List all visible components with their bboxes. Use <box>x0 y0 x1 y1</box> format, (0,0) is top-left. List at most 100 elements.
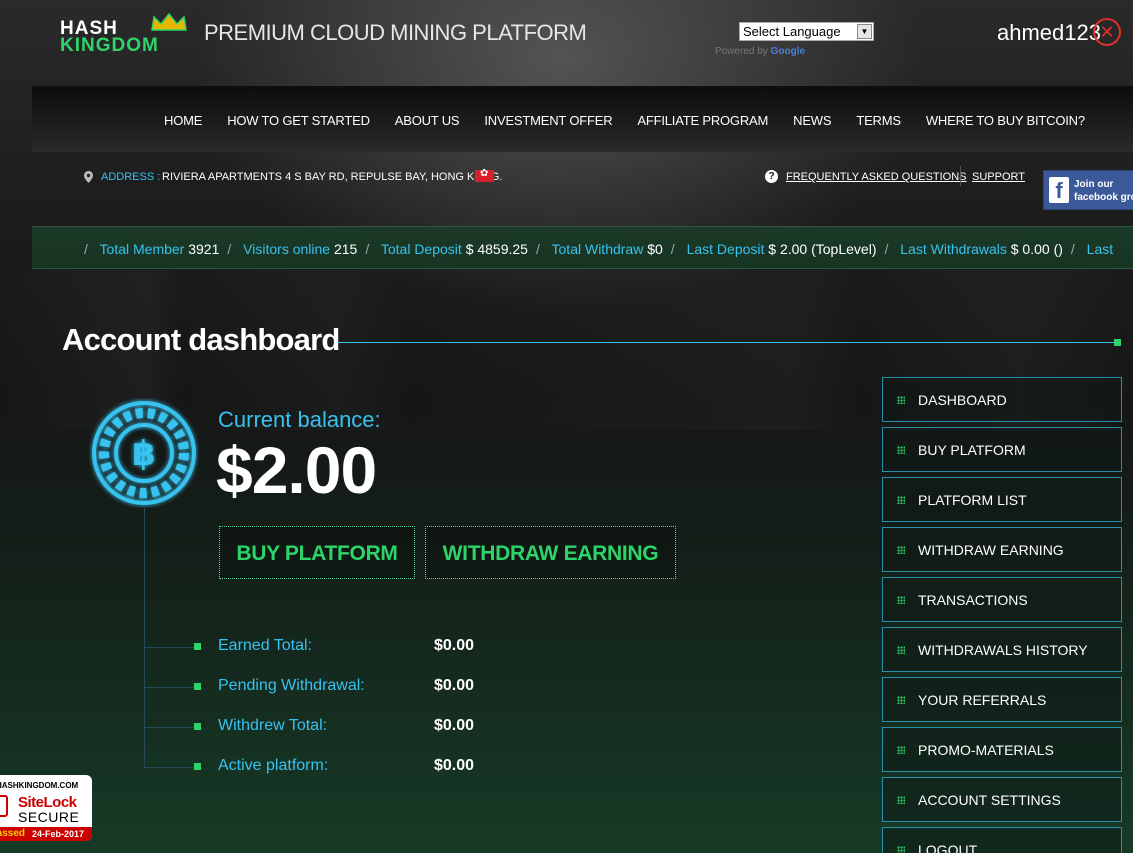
grid-dots-icon <box>897 746 905 754</box>
sitelock-domain: HASHKINGDOM.COM <box>0 781 79 790</box>
sidebar-item-transactions[interactable]: TRANSACTIONS <box>882 577 1122 622</box>
buy-platform-button[interactable]: BUY PLATFORM <box>219 526 415 579</box>
facebook-line-2: facebook group <box>1074 192 1133 203</box>
site-tagline: PREMIUM CLOUD MINING PLATFORM <box>204 20 587 45</box>
stat-withdrew-total: Withdrew Total: $0.00 <box>144 717 544 737</box>
sidebar-item-label: WITHDRAWALS HISTORY <box>918 642 1088 658</box>
stat-value: $0.00 <box>434 637 475 654</box>
grid-dots-icon <box>897 696 905 704</box>
facebook-line-1: Join our <box>1074 179 1114 190</box>
sidebar-item-label: PLATFORM LIST <box>918 492 1027 508</box>
crown-icon <box>151 12 187 31</box>
ticker-item: Last Withdrawals $ 0.00 () <box>900 241 1063 257</box>
stat-label: Withdrew Total: <box>218 717 328 734</box>
sidebar-item-label: ACCOUNT SETTINGS <box>918 792 1061 808</box>
location-pin-icon <box>84 171 93 183</box>
grid-dots-icon <box>897 596 905 604</box>
page-title: Account dashboard <box>62 322 340 357</box>
dropdown-arrow-icon: ▼ <box>857 24 872 39</box>
facebook-button-label: Join our facebook group <box>1074 178 1133 204</box>
close-icon[interactable]: ✕ <box>1093 18 1121 46</box>
ticker-item: Total Withdraw $0 <box>551 241 663 257</box>
sidebar-item-logout[interactable]: LOGOUT <box>882 827 1122 853</box>
bitcoin-coin-icon: ฿ <box>92 401 196 505</box>
stat-value: $0.00 <box>434 677 475 694</box>
sidebar-item-buy-platform[interactable]: BUY PLATFORM <box>882 427 1122 472</box>
sitelock-badge[interactable]: HASHKINGDOM.COM SiteLock SECURE Passed 2… <box>0 775 92 841</box>
stat-value: $0.00 <box>434 757 475 774</box>
stat-earned-total: Earned Total: $0.00 <box>144 637 544 657</box>
sidebar-item-dashboard[interactable]: DASHBOARD <box>882 377 1122 422</box>
language-select-label: Select Language <box>743 24 841 39</box>
sidebar-item-withdrawals-history[interactable]: WITHDRAWALS HISTORY <box>882 627 1122 672</box>
stat-pending-withdrawal: Pending Withdrawal: $0.00 <box>144 677 544 697</box>
stat-active-platform: Active platform: $0.00 <box>144 757 544 777</box>
svg-text:฿: ฿ <box>132 434 156 474</box>
grid-dots-icon <box>897 796 905 804</box>
nav-item-home[interactable]: HOME <box>164 113 202 128</box>
sidebar-item-promo-materials[interactable]: PROMO-MATERIALS <box>882 727 1122 772</box>
stat-label: Earned Total: <box>218 637 312 654</box>
ticker-item: Total Member 3921 <box>99 241 220 257</box>
language-select[interactable]: Select Language ▼ <box>739 22 874 41</box>
grid-dots-icon <box>897 546 905 554</box>
sidebar-item-label: YOUR REFERRALS <box>918 692 1047 708</box>
stat-label: Pending Withdrawal: <box>218 677 365 694</box>
grid-dots-icon <box>897 646 905 654</box>
sitelock-secure: SECURE <box>18 809 80 825</box>
balance-value: $2.00 <box>216 433 377 507</box>
hashkingdom-logo[interactable]: HASH KINGDOM <box>60 12 200 56</box>
ticker-item: Visitors online 215 <box>243 241 358 257</box>
sidebar-item-label: WITHDRAW EARNING <box>918 542 1064 558</box>
sidebar-item-label: TRANSACTIONS <box>918 592 1028 608</box>
balance-label: Current balance: <box>218 407 381 432</box>
ticker-item: Last <box>1086 241 1114 257</box>
faq-link[interactable]: FREQUENTLY ASKED QUESTIONS <box>786 171 967 183</box>
sidebar-item-label: DASHBOARD <box>918 392 1007 408</box>
sitelock-date: 24-Feb-2017 <box>32 829 85 839</box>
divider <box>960 166 961 186</box>
sidebar-item-platform-list[interactable]: PLATFORM LIST <box>882 477 1122 522</box>
ticker-lead: / <box>84 241 88 257</box>
stat-label: Active platform: <box>218 757 329 774</box>
main-navigation: HOME HOW TO GET STARTED ABOUT US INVESTM… <box>32 86 1133 152</box>
sidebar-item-label: PROMO-MATERIALS <box>918 742 1054 758</box>
title-divider-dot <box>1114 339 1121 346</box>
ticker-item: Last Deposit $ 2.00 (TopLevel) <box>686 241 877 257</box>
logo-kingdom-text: KINGDOM <box>60 35 159 56</box>
sidebar-item-label: LOGOUT <box>918 842 978 853</box>
sitelock-status: Passed <box>0 828 26 839</box>
grid-dots-icon <box>897 846 905 853</box>
stat-value: $0.00 <box>434 717 475 734</box>
ticker-item: Total Deposit $ 4859.25 <box>380 241 528 257</box>
nav-item-investment-offer[interactable]: INVESTMENT OFFER <box>484 113 612 128</box>
grid-dots-icon <box>897 446 905 454</box>
username-display: ahmed123 <box>997 20 1101 45</box>
stats-ticker: / Total Member 3921/ Visitors online 215… <box>32 226 1133 269</box>
sidebar-item-account-settings[interactable]: ACCOUNT SETTINGS <box>882 777 1122 822</box>
sidebar-item-label: BUY PLATFORM <box>918 442 1026 458</box>
facebook-icon: f <box>1049 177 1069 203</box>
sidebar-item-your-referrals[interactable]: YOUR REFERRALS <box>882 677 1122 722</box>
support-link[interactable]: SUPPORT <box>972 171 1025 183</box>
sidebar-item-withdraw-earning[interactable]: WITHDRAW EARNING <box>882 527 1122 572</box>
question-icon: ? <box>765 170 778 183</box>
nav-item-affiliate-program[interactable]: AFFILIATE PROGRAM <box>637 113 768 128</box>
nav-item-news[interactable]: NEWS <box>793 113 831 128</box>
lock-icon <box>0 795 8 817</box>
powered-by-text: Powered by <box>715 46 768 57</box>
grid-dots-icon <box>897 396 905 404</box>
nav-item-terms[interactable]: TERMS <box>856 113 901 128</box>
google-brand: Google <box>770 46 806 57</box>
nav-item-how-to-get-started[interactable]: HOW TO GET STARTED <box>227 113 370 128</box>
powered-by-google: Powered by Google <box>715 46 805 57</box>
nav-item-about-us[interactable]: ABOUT US <box>395 113 460 128</box>
title-divider-line <box>338 342 1116 343</box>
address-label: ADDRESS : <box>101 171 161 183</box>
address-value: RIVIERA APARTMENTS 4 S BAY RD, REPULSE B… <box>162 171 503 183</box>
grid-dots-icon <box>897 496 905 504</box>
account-sidebar-menu: DASHBOARD BUY PLATFORM PLATFORM LIST WIT… <box>882 377 1122 853</box>
facebook-group-button[interactable]: f Join our facebook group <box>1043 170 1133 210</box>
nav-item-where-to-buy-bitcoin[interactable]: WHERE TO BUY BITCOIN? <box>926 113 1085 128</box>
withdraw-earning-button[interactable]: WITHDRAW EARNING <box>425 526 676 579</box>
